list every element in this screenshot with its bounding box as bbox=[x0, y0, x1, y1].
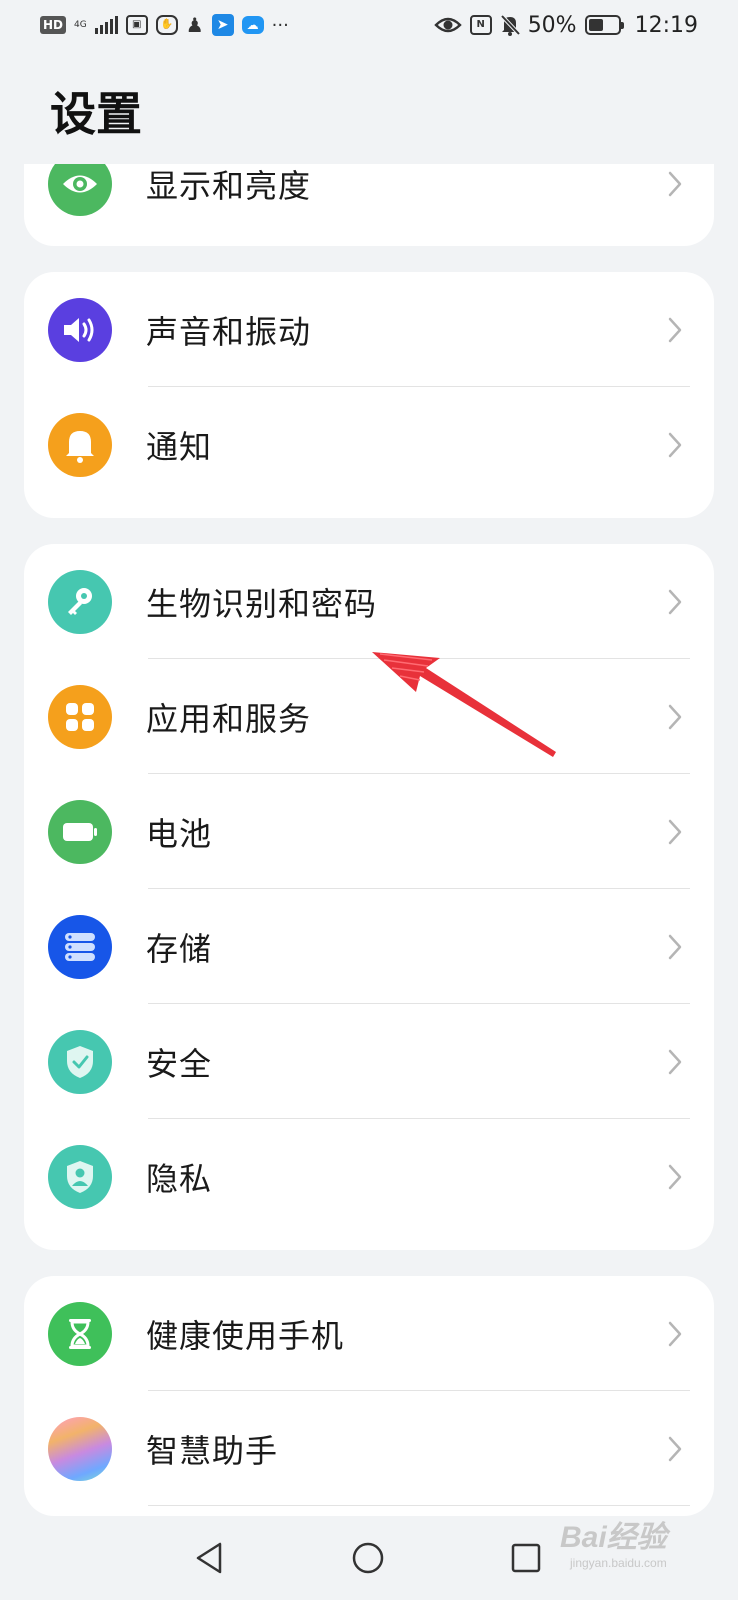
settings-item-notifications[interactable]: 通知 bbox=[24, 387, 714, 502]
network-type-icon: 4G bbox=[74, 13, 87, 37]
chevron-right-icon bbox=[668, 1164, 682, 1189]
chevron-right-icon bbox=[668, 432, 682, 457]
recent-apps-icon[interactable] bbox=[508, 1540, 544, 1576]
eye-icon bbox=[48, 164, 112, 216]
settings-item-label: 声音和振动 bbox=[146, 312, 312, 351]
hand-notification-icon: ✋ bbox=[155, 15, 178, 35]
settings-item-digital-balance[interactable]: 健康使用手机 bbox=[24, 1276, 714, 1391]
settings-item-privacy[interactable]: 隐私 bbox=[24, 1119, 714, 1234]
clock: 12:19 bbox=[634, 12, 698, 38]
settings-group-wellbeing: 健康使用手机 智慧助手 bbox=[24, 1276, 714, 1516]
settings-item-sound-vibration[interactable]: 声音和振动 bbox=[24, 272, 714, 387]
hd-icon: HD bbox=[40, 16, 67, 34]
settings-item-label: 健康使用手机 bbox=[146, 1316, 345, 1355]
baidu-watermark: Bai经验 jingyan.baidu.com bbox=[560, 1512, 720, 1592]
speaker-icon bbox=[48, 297, 112, 362]
mute-bell-icon bbox=[500, 13, 520, 37]
blue-app-icon: ➤ bbox=[211, 14, 234, 36]
settings-item-label: 生物识别和密码 bbox=[146, 584, 378, 623]
settings-group-system: 生物识别和密码 应用和服务 电池 存储 安全 隐私 bbox=[24, 544, 714, 1250]
page-title: 设置 bbox=[50, 87, 142, 141]
back-icon[interactable] bbox=[192, 1540, 228, 1576]
chevron-right-icon bbox=[668, 317, 682, 342]
settings-item-label: 隐私 bbox=[146, 1159, 213, 1198]
settings-item-smart-assistant[interactable]: 智慧助手 bbox=[24, 1391, 714, 1506]
watermark-url: jingyan.baidu.com bbox=[570, 1556, 667, 1570]
privacy-shield-icon bbox=[48, 1144, 112, 1209]
annotation-arrow-icon bbox=[372, 652, 556, 757]
assistant-orb-icon bbox=[48, 1416, 112, 1481]
settings-item-battery[interactable]: 电池 bbox=[24, 774, 714, 889]
settings-item-biometrics-password[interactable]: 生物识别和密码 bbox=[24, 544, 714, 659]
chevron-right-icon bbox=[668, 1321, 682, 1346]
hourglass-icon bbox=[48, 1301, 112, 1366]
settings-group-sound: 声音和振动 通知 bbox=[24, 272, 714, 518]
status-bar: HD 4G ▣ ✋ ♟ ➤ ☁ ··· N 50% 12:19 bbox=[0, 0, 738, 50]
apps-icon bbox=[48, 684, 112, 749]
settings-item-security[interactable]: 安全 bbox=[24, 1004, 714, 1119]
chevron-right-icon bbox=[668, 1049, 682, 1074]
home-icon[interactable] bbox=[350, 1540, 386, 1576]
battery-icon bbox=[48, 799, 112, 864]
shield-check-icon bbox=[48, 1029, 112, 1094]
eye-comfort-icon bbox=[433, 13, 462, 37]
status-right: N 50% 12:19 bbox=[433, 12, 698, 38]
bell-icon bbox=[48, 412, 112, 477]
settings-item-label: 存储 bbox=[146, 929, 213, 968]
settings-item-label: 电池 bbox=[146, 814, 213, 853]
chevron-right-icon bbox=[668, 819, 682, 844]
battery-icon bbox=[584, 15, 624, 35]
cloud-icon: ☁ bbox=[241, 16, 264, 34]
chevron-right-icon bbox=[668, 589, 682, 614]
nfc-icon: N bbox=[469, 15, 492, 35]
battery-percent: 50% bbox=[527, 12, 577, 38]
battery-level-fill bbox=[588, 19, 603, 31]
more-notifications-icon: ··· bbox=[271, 14, 289, 36]
chevron-right-icon bbox=[668, 171, 682, 196]
qq-penguin-icon: ♟ bbox=[185, 13, 204, 37]
gallery-notification-icon: ▣ bbox=[125, 15, 148, 35]
status-left: HD 4G ▣ ✋ ♟ ➤ ☁ ··· bbox=[40, 13, 289, 37]
chevron-right-icon bbox=[668, 704, 682, 729]
key-icon bbox=[48, 569, 112, 634]
watermark-text: Bai经验 bbox=[560, 1521, 667, 1554]
settings-item-storage[interactable]: 存储 bbox=[24, 889, 714, 1004]
settings-item-display-brightness[interactable]: 显示和亮度 bbox=[24, 164, 714, 241]
settings-item-label: 智慧助手 bbox=[146, 1431, 279, 1470]
settings-item-label: 显示和亮度 bbox=[146, 166, 312, 205]
network-type-text: 4G bbox=[74, 19, 87, 30]
chevron-right-icon bbox=[668, 934, 682, 959]
storage-icon bbox=[48, 914, 112, 979]
chevron-right-icon bbox=[668, 1436, 682, 1461]
settings-item-apps-services[interactable]: 应用和服务 bbox=[24, 659, 714, 774]
settings-item-label: 通知 bbox=[146, 427, 213, 466]
settings-item-label: 安全 bbox=[146, 1044, 213, 1083]
signal-strength-icon bbox=[94, 16, 118, 34]
settings-item-label: 应用和服务 bbox=[146, 699, 312, 738]
settings-group-display: 显示和亮度 bbox=[24, 164, 714, 246]
